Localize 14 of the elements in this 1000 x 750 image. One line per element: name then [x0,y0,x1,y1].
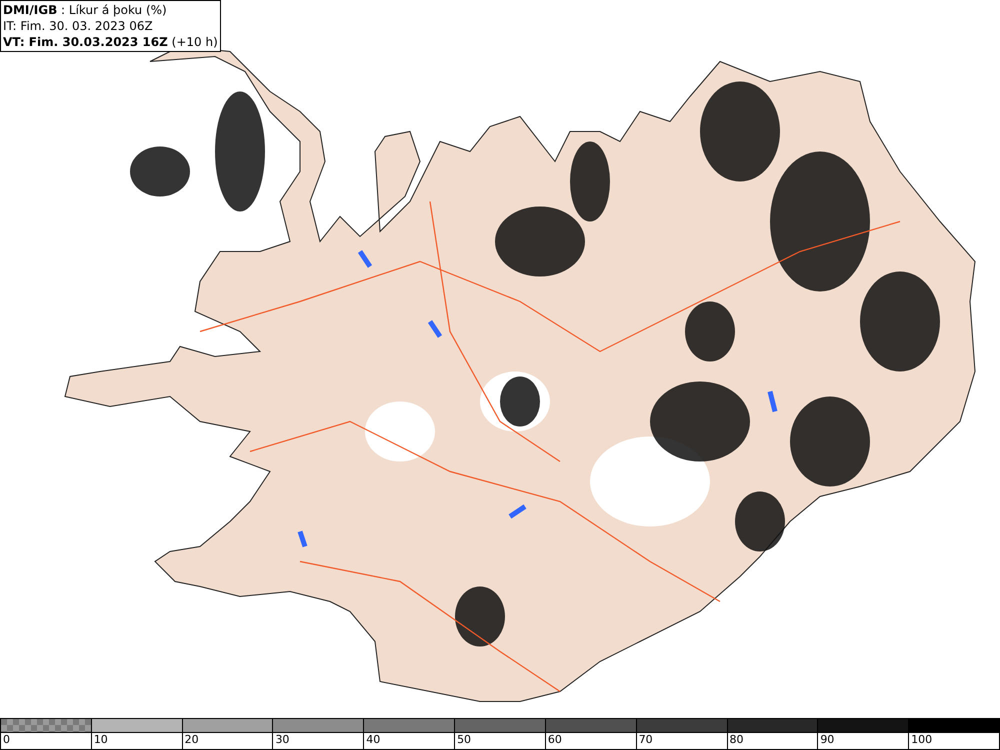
caption-line: DMI/IGB : Líkur á þoku (%) [3,2,168,18]
legend-label: 50 [456,733,472,747]
legend-label: 0 [2,733,10,747]
legend-label: 20 [184,733,199,747]
caption-line: IT: Fim. 30. 03. 2023 06Z [3,18,154,34]
legend-label: 30 [274,733,290,747]
caption-line: VT: Fim. 30.03.2023 16Z (+10 h) [3,34,218,50]
legend-label: 70 [638,733,653,747]
legend-label: 60 [546,733,562,747]
legend-label: 80 [728,733,744,747]
legend-label: 10 [92,733,108,747]
legend-label: 100 [910,733,932,747]
legend-label: 90 [819,733,834,747]
legend-label: 40 [365,733,380,747]
